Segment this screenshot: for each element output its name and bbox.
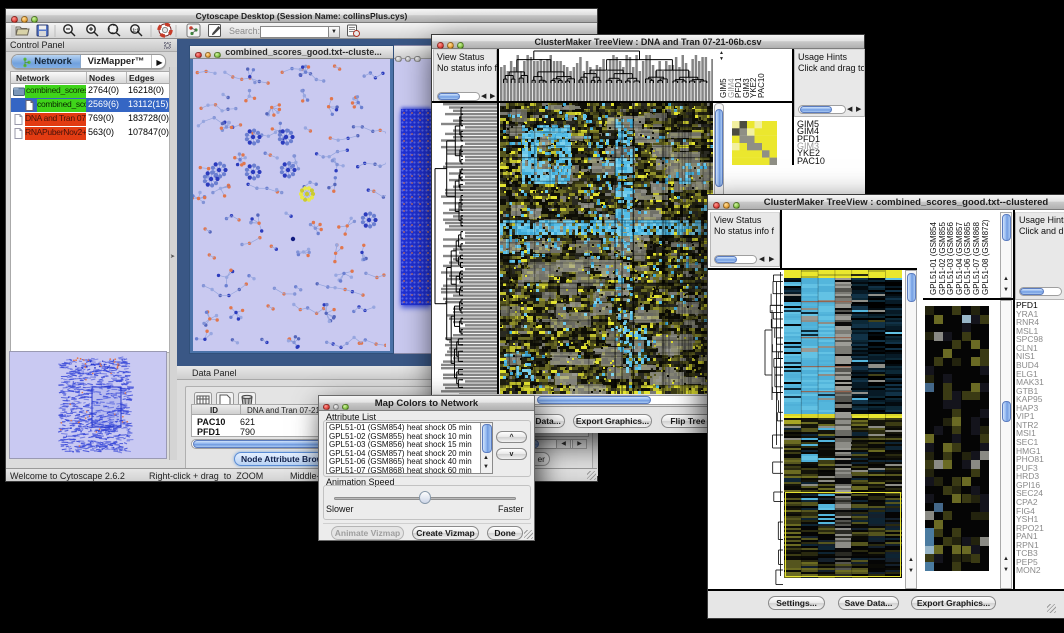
svg-text:1:1: 1:1 [133, 28, 140, 33]
